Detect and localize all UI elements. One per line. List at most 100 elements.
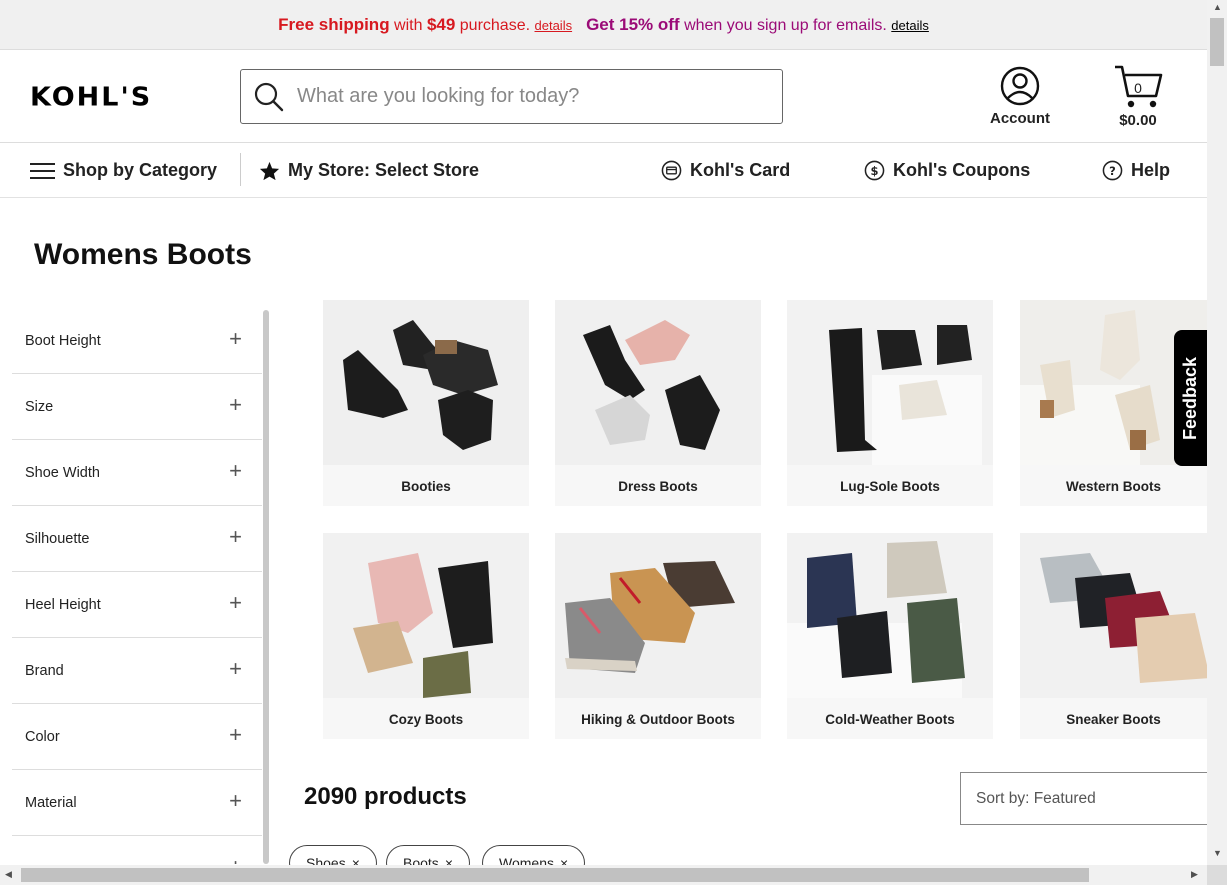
promo-purchase: purchase. [459,16,531,34]
filter-label: Silhouette [25,531,90,547]
horizontal-scrollbar[interactable]: ◀ ▶ [0,865,1207,885]
vertical-scrollbar[interactable]: ▲ ▼ [1207,0,1227,865]
booties-image [323,300,529,465]
account-button[interactable]: Account [985,66,1055,127]
plus-icon: + [229,392,242,417]
lug-sole-boots-image [787,300,993,465]
category-label: Booties [401,479,451,494]
sort-label: Sort by: Featured [976,789,1096,807]
filter-brand[interactable]: Brand + [12,638,262,704]
category-sneaker-boots[interactable]: Sneaker Boots [1020,533,1207,739]
plus-icon: + [229,656,242,681]
account-label: Account [990,110,1050,127]
promo-signup: when you sign up for emails. [684,16,887,34]
filter-silhouette[interactable]: Silhouette + [12,506,262,572]
shop-by-category-label: Shop by Category [63,160,218,180]
plus-icon: + [229,524,242,549]
scrollbar-corner [1207,865,1227,885]
category-cold-weather-boots[interactable]: Cold-Weather Boots [787,533,993,739]
search-icon [254,82,284,111]
sort-dropdown[interactable]: Sort by: Featured [960,772,1210,825]
filter-label: Size [25,399,54,415]
page-title: Womens Boots [34,238,252,271]
filter-more[interactable]: + [12,836,262,865]
category-dress-boots[interactable]: Dress Boots [555,300,761,506]
category-label: Western Boots [1065,479,1161,494]
filter-heel-height[interactable]: Heel Height + [12,572,262,638]
filter-label: Color [25,729,60,745]
my-store-label: My Store: Select Store [288,160,480,180]
feedback-tab[interactable]: Feedback [1174,330,1208,466]
promo-details-link-1[interactable]: details [535,18,573,33]
category-booties[interactable]: Booties [323,300,529,506]
filter-label: Brand [25,663,64,679]
kohls-coupons-label: Kohl's Coupons [893,160,1031,180]
filter-scrollbar[interactable] [263,310,269,864]
category-label: Cold-Weather Boots [825,712,955,727]
hiking-boots-image [555,533,761,698]
category-label: Lug-Sole Boots [840,479,940,494]
cart-icon: 0 [1113,64,1163,110]
cold-weather-boots-image [787,533,993,698]
plus-icon: + [229,856,242,865]
dress-boots-image [555,300,761,465]
plus-icon: + [229,590,242,615]
cart-count: 0 [1134,80,1142,96]
category-hiking-boots[interactable]: Hiking & Outdoor Boots [555,533,761,739]
scroll-down-arrow-icon[interactable]: ▼ [1213,848,1222,858]
kohls-logo[interactable]: KOHL'S [30,83,152,112]
search-box[interactable] [240,69,783,124]
cozy-boots-image [323,533,529,698]
cart-total: $0.00 [1119,112,1157,129]
my-store-button[interactable]: My Store: Select Store [259,143,479,198]
promo-bar: Free shipping with $49 purchase. details… [0,0,1207,50]
help-icon: ? [1102,160,1123,181]
shop-by-category-button[interactable]: Shop by Category [30,143,217,198]
horizontal-scroll-thumb[interactable] [21,868,1089,882]
help-label: Help [1131,160,1171,180]
account-icon [1000,66,1040,106]
filter-label: Boot Height [25,333,101,349]
filter-label: Heel Height [25,597,101,613]
category-cozy-boots[interactable]: Cozy Boots [323,533,529,739]
plus-icon: + [229,722,242,747]
site-header: KOHL'S Account 0 $0.00 [0,50,1207,143]
scroll-right-arrow-icon[interactable]: ▶ [1191,869,1198,880]
promo-with: with [394,16,423,34]
nav-divider [240,153,241,186]
filter-material[interactable]: Material + [12,770,262,836]
cart-button[interactable]: 0 $0.00 [1108,64,1168,129]
category-label: Dress Boots [618,479,698,494]
filter-size[interactable]: Size + [12,374,262,440]
svg-text:$: $ [871,164,879,178]
promo-details-link-2[interactable]: details [891,18,929,33]
kohls-card-link[interactable]: Kohl's Card [661,143,790,198]
sneaker-boots-image [1020,533,1207,698]
category-lug-sole-boots[interactable]: Lug-Sole Boots [787,300,993,506]
filter-shoe-width[interactable]: Shoe Width + [12,440,262,506]
search-input[interactable] [297,85,767,108]
scroll-up-arrow-icon[interactable]: ▲ [1213,2,1222,12]
kohls-card-label: Kohl's Card [690,160,791,180]
help-link[interactable]: ? Help [1102,143,1170,198]
feedback-label: Feedback [1180,356,1201,440]
promo-get-off: Get 15% off [586,14,680,34]
promo-amount: $49 [426,14,456,34]
filter-label: Shoe Width [25,465,100,481]
svg-text:?: ? [1109,164,1116,178]
star-icon [259,161,280,180]
kohls-coupons-link[interactable]: $ Kohl's Coupons [864,143,1030,198]
plus-icon: + [229,326,242,351]
category-label: Hiking & Outdoor Boots [581,712,735,727]
scroll-left-arrow-icon[interactable]: ◀ [5,869,12,880]
vertical-scroll-thumb[interactable] [1210,18,1224,66]
main-nav: Shop by Category My Store: Select Store … [0,143,1207,198]
filter-label: Material [25,795,77,811]
promo-free-shipping: Free shipping [278,14,390,34]
promo-shipping: Free shipping with $49 purchase. details [278,15,572,35]
plus-icon: + [229,458,242,483]
filter-panel: Boot Height + Size + Shoe Width + Silhouett… [12,308,264,864]
category-label: Cozy Boots [388,712,464,727]
filter-color[interactable]: Color + [12,704,262,770]
filter-boot-height[interactable]: Boot Height + [12,308,262,374]
